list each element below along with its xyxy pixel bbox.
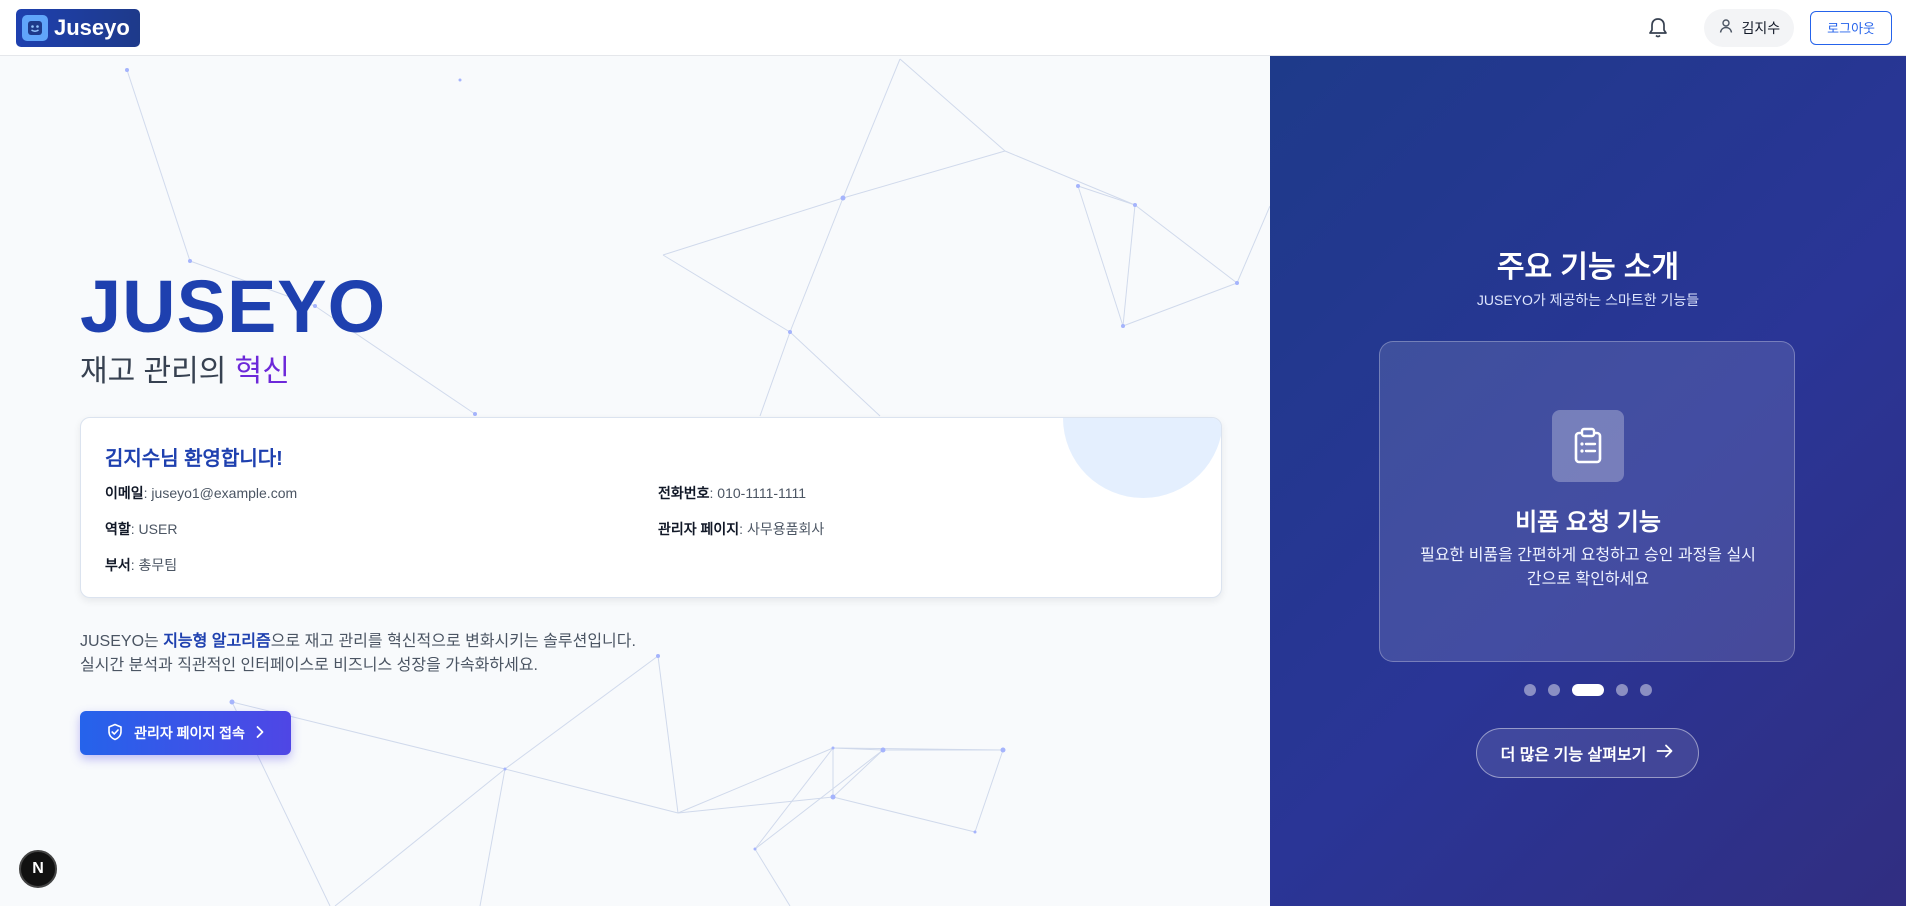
carousel-dot[interactable] [1616,684,1628,696]
user-icon [1718,18,1734,37]
hero-subtitle-text: 재고 관리의 [80,355,235,388]
role-field: 역할: USER [105,519,177,539]
card-decoration [1063,418,1221,498]
logout-button[interactable]: 로그아웃 [1810,10,1892,45]
chevron-right-icon [255,725,265,742]
welcome-title: 김지수님 환영합니다! [105,448,283,470]
top-header: Juseyo 김지수 로그아웃 [0,0,1906,56]
admin-page-button[interactable]: 관리자 페이지 접속 [80,711,291,755]
description-text: 으로 재고 관리를 혁신적으로 변화시키는 솔루션입니다. [270,633,636,650]
feature-card: 비품 요청 기능 필요한 비품을 간편하게 요청하고 승인 과정을 실시간으로 … [1379,341,1795,662]
role-label: 역할 [105,521,131,537]
welcome-card: 김지수님 환영합니다! 이메일: juseyo1@example.com 전화번… [80,417,1222,598]
hero-subtitle: 재고 관리의 혁신 [80,346,290,390]
phone-value: : 010-1111-1111 [709,485,807,501]
feature-description: 필요한 비품을 간편하게 요청하고 승인 과정을 실시간으로 확인하세요 [1420,547,1756,588]
next-dev-badge[interactable]: N [19,850,57,888]
carousel-indicators [1270,684,1906,696]
carousel-dot[interactable] [1548,684,1560,696]
logo[interactable]: Juseyo [16,8,140,47]
feature-title: 비품 요청 기능 [1515,509,1661,536]
bell-icon[interactable] [1638,8,1678,48]
logo-text: Juseyo [54,14,130,40]
department-value: : 총무팀 [130,557,178,573]
features-title: 주요 기능 소개 [1496,251,1680,284]
hero-section: JUSEYO 재고 관리의 혁신 김지수님 환영합니다! 이메일: juseyo… [0,56,1270,906]
phone-label: 전화번호 [658,485,710,501]
phone-field: 전화번호: 010-1111-1111 [658,483,806,503]
user-profile-chip[interactable]: 김지수 [1703,8,1795,47]
hero-subtitle-accent: 혁신 [234,355,290,388]
smile-face-icon [22,14,48,41]
department-label: 부서 [105,557,131,573]
product-description: JUSEYO는 지능형 알고리즘으로 재고 관리를 혁신적으로 변화시키는 솔루… [80,630,636,678]
email-label: 이메일 [105,485,144,501]
shield-check-icon [106,723,124,744]
clipboard-list-icon [1552,410,1624,482]
admin-button-label: 관리자 페이지 접속 [134,725,245,741]
more-features-label: 더 많은 기능 살펴보기 [1500,747,1647,764]
carousel-dot[interactable] [1572,684,1604,696]
department-field: 부서: 총무팀 [105,555,177,575]
more-features-button[interactable]: 더 많은 기능 살펴보기 [1476,728,1699,778]
admin-page-value: : 사무용품회사 [739,521,825,537]
features-subtitle: JUSEYO가 제공하는 스마트한 기능들 [1476,292,1700,308]
features-panel: 주요 기능 소개 JUSEYO가 제공하는 스마트한 기능들 비품 요청 기능 … [1270,56,1906,906]
description-highlight: 지능형 알고리즘 [163,633,271,650]
email-value: : juseyo1@example.com [143,485,298,501]
arrow-right-icon [1656,744,1674,763]
carousel-dot[interactable] [1640,684,1652,696]
admin-page-label: 관리자 페이지 [658,521,740,537]
hero-title: JUSEYO [80,265,387,348]
header-actions: 김지수 로그아웃 [1638,8,1892,48]
user-name: 김지수 [1741,19,1781,36]
description-text: JUSEYO는 [80,633,164,650]
description-line-2: 실시간 분석과 직관적인 인터페이스로 비즈니스 성장을 가속화하세요. [80,657,538,674]
role-value: : USER [130,521,178,537]
carousel-dot[interactable] [1524,684,1536,696]
email-field: 이메일: juseyo1@example.com [105,483,297,503]
description-line-1: JUSEYO는 지능형 알고리즘으로 재고 관리를 혁신적으로 변화시키는 솔루… [80,630,636,654]
admin-page-field: 관리자 페이지: 사무용품회사 [658,519,824,539]
